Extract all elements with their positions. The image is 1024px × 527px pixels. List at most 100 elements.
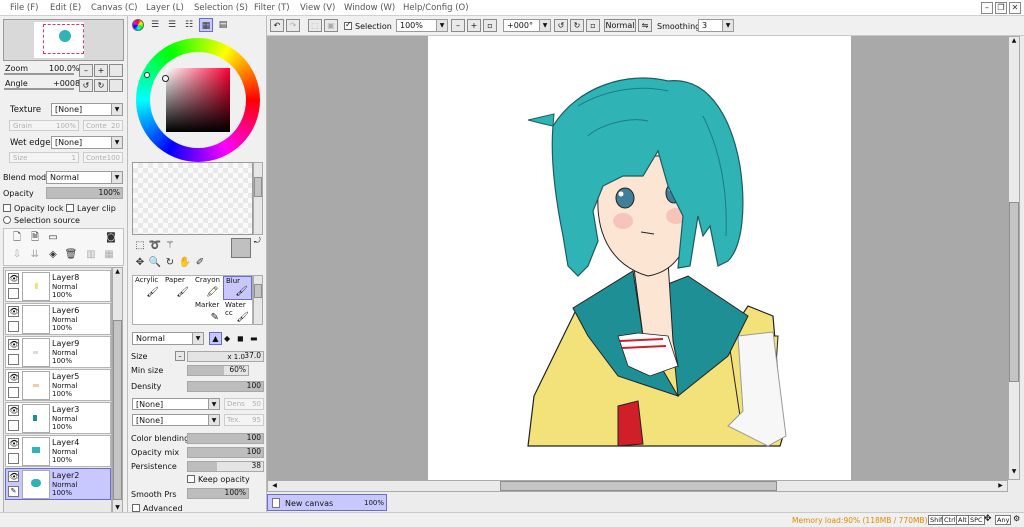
lock-toggle[interactable] (8, 387, 19, 398)
layer-item[interactable]: 👁 ✎ Layer2 Normal 100% (5, 468, 111, 500)
mask-icon[interactable]: ◙ (104, 231, 118, 245)
keep-opacity-checkbox[interactable] (187, 475, 195, 483)
zoom-reset-button[interactable] (109, 64, 123, 77)
scroll-left-icon[interactable]: ◀ (269, 481, 280, 491)
brush-water-color[interactable]: Water cc 🖌 (223, 301, 252, 325)
rgb-slider-tab-icon[interactable]: ☰ (148, 18, 162, 32)
texture-select[interactable]: [None] ▼ (51, 103, 123, 116)
hand-tool-icon[interactable]: ✋ (178, 256, 192, 270)
document-tab[interactable]: New canvas 100% (267, 494, 387, 511)
brush-mode-select[interactable]: Normal ▼ (132, 332, 204, 345)
foreground-color-swatch[interactable] (231, 238, 251, 258)
toolbar-angle-select[interactable]: +000° ▼ (503, 19, 551, 32)
brush-shape-round-icon[interactable]: ◼ (237, 334, 248, 344)
rect-select-icon[interactable]: ⬚ (133, 239, 147, 253)
eye-icon[interactable]: 👁 (8, 306, 19, 317)
invert-selection-icon[interactable]: ▣ (324, 19, 338, 32)
swatch-scrollbar[interactable] (253, 162, 263, 235)
opacity-slider[interactable]: 100% (46, 187, 123, 199)
canvas-vertical-scrollbar[interactable]: ▲ ▼ (1008, 36, 1020, 480)
toolbar-rotate-left-button[interactable]: ↺ (554, 19, 568, 32)
new-folder-icon[interactable]: ▭ (46, 231, 60, 245)
new-vector-layer-icon[interactable]: 🗎 (28, 231, 42, 245)
layer-down-icon[interactable]: ▦ (102, 248, 116, 262)
toolbar-zoom-select[interactable]: 100% ▼ (396, 19, 448, 32)
zoom-tool-icon[interactable]: 🔍 (148, 256, 162, 270)
layers-scrollbar[interactable]: ▲ ▼ (112, 267, 123, 515)
menu-file[interactable]: File (F) (10, 3, 38, 13)
angle-slider[interactable] (4, 88, 74, 90)
eye-icon[interactable]: 👁 (8, 273, 19, 284)
rotate-left-button[interactable]: ↺ (79, 79, 93, 92)
brush-size-slider[interactable]: x 1.0 37.0 (187, 351, 264, 362)
blend-mode-select[interactable]: Normal ▼ (46, 171, 123, 184)
layer-item[interactable]: 👁 Layer5 Normal 100% (5, 369, 111, 401)
layers-scroll-thumb[interactable] (113, 320, 122, 500)
brush-shape-hard-icon[interactable]: ▲ (209, 332, 222, 345)
smooth-prs-slider[interactable]: 100% (187, 488, 249, 499)
deselect-icon[interactable]: ⬚ (308, 19, 322, 32)
wet-edge-select[interactable]: [None] ▼ (51, 136, 123, 149)
eye-icon[interactable]: 👁 (8, 372, 19, 383)
layer-clip-checkbox[interactable] (66, 204, 74, 212)
zoom-out-button[interactable]: – (79, 64, 93, 77)
layer-up-icon[interactable]: ▥ (84, 248, 98, 262)
rotate-tool-icon[interactable]: ↻ (163, 256, 177, 270)
brush-marker[interactable]: Marker ✎ (193, 301, 222, 325)
swatch-scroll-thumb[interactable] (254, 177, 262, 197)
layer-item[interactable]: 👁 Layer9 Normal 100% (5, 336, 111, 368)
eye-icon[interactable]: 👁 (8, 438, 19, 449)
navigator-preview[interactable] (3, 19, 124, 61)
opacity-mix-slider[interactable]: 100 (187, 447, 264, 458)
menu-view[interactable]: View (V) (300, 3, 335, 13)
lock-toggle[interactable] (8, 321, 19, 332)
layer-item[interactable]: 👁 Layer3 Normal 100% (5, 402, 111, 434)
clear-layer-icon[interactable]: ◈ (46, 248, 60, 262)
brush-texture-select[interactable]: [None] ▼ (132, 398, 220, 410)
advanced-checkbox[interactable] (132, 504, 140, 512)
size-decrease-button[interactable]: – (175, 351, 185, 361)
palette-tab-icon[interactable]: ☷ (182, 18, 196, 32)
lock-toggle[interactable] (8, 453, 19, 464)
eyedropper-icon[interactable]: ✐ (193, 256, 207, 270)
new-layer-icon[interactable]: 🗋 (10, 231, 24, 245)
menu-filter[interactable]: Filter (T) (254, 3, 290, 13)
saturation-value-square[interactable] (166, 68, 230, 132)
layer-item[interactable]: 👁 Layer8 Normal 100% (5, 270, 111, 302)
brush-paper[interactable]: Paper 🖌 (163, 276, 192, 300)
lock-toggle[interactable] (8, 420, 19, 431)
color-wheel-tab-icon[interactable] (132, 19, 144, 31)
menu-selection[interactable]: Selection (S) (194, 3, 248, 13)
trash-icon[interactable]: 🗑 (64, 248, 78, 262)
minimize-button[interactable]: – (981, 2, 993, 14)
density-slider[interactable]: 100 (187, 381, 264, 392)
rotate-right-button[interactable]: ↻ (94, 79, 108, 92)
color-swatch-area[interactable] (132, 162, 253, 235)
scratchpad-tab-icon[interactable]: ▤ (216, 18, 230, 32)
zoom-in-button[interactable]: + (94, 64, 108, 77)
scroll-up-icon[interactable]: ▲ (1009, 37, 1019, 48)
lasso-select-icon[interactable]: ➰ (148, 239, 162, 253)
toolbar-rotate-reset-button[interactable]: ▫ (586, 19, 600, 32)
hsv-slider-tab-icon[interactable]: ☰ (165, 18, 179, 32)
canvas-vertical-thumb[interactable] (1009, 202, 1019, 382)
brush-scrollbar[interactable] (253, 275, 263, 325)
flip-view-icon[interactable]: ⇋ (638, 19, 652, 32)
scroll-up-icon[interactable]: ▲ (113, 268, 122, 278)
scroll-down-icon[interactable]: ▼ (1009, 468, 1019, 479)
persistence-slider[interactable]: 38 (187, 461, 264, 472)
magic-wand-icon[interactable]: ⚚ (163, 239, 177, 253)
menu-edit[interactable]: Edit (E) (50, 3, 81, 13)
brush-shape-soft-icon[interactable]: ◆ (224, 334, 235, 344)
hue-picker-handle[interactable] (144, 72, 150, 78)
restore-button[interactable]: ❐ (995, 2, 1007, 14)
smoothing-select[interactable]: 3 ▼ (698, 19, 734, 32)
menu-window[interactable]: Window (W) (344, 3, 395, 13)
opacity-lock-checkbox[interactable] (3, 204, 11, 212)
brush-crayon[interactable]: Crayon 🖍 (193, 276, 222, 300)
swatches-tab-icon[interactable]: ▦ (199, 18, 213, 32)
brush-scroll-thumb[interactable] (254, 284, 262, 298)
brush-acrylic[interactable]: Acrylic 🖌 (133, 276, 162, 300)
zoom-slider[interactable] (4, 73, 74, 75)
color-blending-slider[interactable]: 100 (187, 433, 264, 444)
